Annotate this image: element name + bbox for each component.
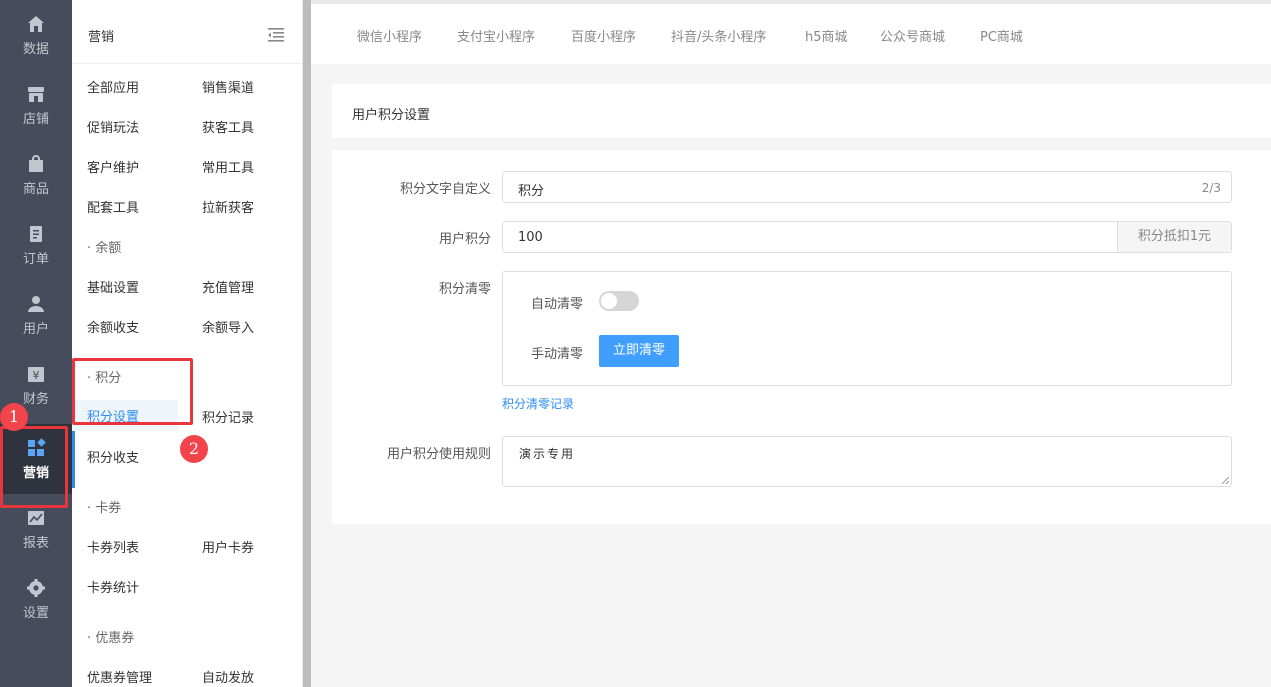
store-icon [28, 87, 44, 102]
tab-official-account[interactable]: 公众号商城 [880, 26, 945, 45]
rules-label: 用户积分使用规则 [386, 447, 491, 462]
submenu-title: 营销 [88, 30, 115, 45]
nav-label: 设置 [22, 606, 49, 621]
home-icon [28, 16, 44, 32]
rules-value: 演示专用 [519, 447, 576, 461]
submenu-item[interactable]: 拉新获客 [202, 197, 254, 216]
submenu-item[interactable]: 获客工具 [202, 117, 254, 136]
points-addon: 积分抵扣1元 [1117, 222, 1231, 252]
page-title: 用户积分设置 [352, 108, 431, 123]
svg-text:¥: ¥ [33, 369, 40, 382]
nav-label: 店铺 [22, 112, 49, 127]
submenu-group-discount: · 优惠券 [87, 631, 135, 646]
clear-settings-box: 自动清零 手动清零 立即清零 [502, 271, 1232, 386]
tab-baidu[interactable]: 百度小程序 [571, 26, 636, 45]
submenu-item[interactable]: 促销玩法 [87, 117, 139, 136]
user-points-input[interactable]: 100 积分抵扣1元 [502, 221, 1232, 253]
resize-handle-icon[interactable] [1221, 476, 1229, 484]
annotation-number-1: 1 [0, 403, 28, 431]
nav-label: 数据 [22, 42, 49, 57]
tab-h5[interactable]: h5商城 [805, 26, 848, 45]
submenu-item[interactable]: 卡券统计 [87, 577, 139, 596]
points-form: 积分文字自定义 积分 2/3 用户积分 100 积分抵扣1元 积分清零 自动清零… [332, 150, 1271, 524]
order-icon [30, 226, 42, 242]
nav-label: 报表 [22, 536, 49, 551]
nav-item-store[interactable]: 店铺 [0, 70, 72, 140]
submenu-item[interactable]: 卡券列表 [87, 537, 139, 556]
icon-nav: 数据 店铺 商品 订单 用户 ¥ 财务 营销 报表 设置 [0, 0, 72, 687]
submenu-item[interactable]: 基础设置 [87, 277, 139, 296]
submenu-item[interactable]: 配套工具 [87, 197, 139, 216]
annotation-number-2: 2 [180, 435, 208, 463]
yen-icon: ¥ [28, 367, 44, 382]
submenu-item[interactable]: 客户维护 [87, 157, 139, 176]
submenu: 营销 全部应用 销售渠道 促销玩法 获客工具 客户维护 常用工具 配套工具 拉新… [72, 0, 303, 687]
clear-now-button[interactable]: 立即清零 [599, 335, 679, 367]
clear-label: 积分清零 [438, 282, 491, 297]
nav-label: 用户 [22, 322, 49, 337]
tab-wechat[interactable]: 微信小程序 [357, 26, 422, 45]
chart-icon [28, 511, 44, 525]
annotation-box-1 [0, 426, 68, 508]
submenu-item[interactable]: 充值管理 [202, 277, 254, 296]
rules-textarea[interactable]: 演示专用 [502, 436, 1232, 487]
manual-clear-label: 手动清零 [531, 347, 584, 362]
tab-pc[interactable]: PC商城 [980, 26, 1023, 45]
submenu-item[interactable]: 余额收支 [87, 317, 139, 336]
submenu-item[interactable]: 积分收支 [87, 447, 139, 466]
auto-clear-toggle[interactable] [599, 291, 639, 311]
custom-text-label: 积分文字自定义 [399, 182, 491, 197]
custom-text-input[interactable]: 积分 2/3 [502, 171, 1232, 203]
user-points-label: 用户积分 [438, 232, 491, 247]
submenu-item[interactable]: 自动发放 [202, 667, 254, 686]
bag-icon [29, 155, 43, 172]
nav-item-settings[interactable]: 设置 [0, 564, 72, 634]
tab-douyin[interactable]: 抖音/头条小程序 [671, 26, 766, 45]
annotation-box-2 [72, 358, 193, 425]
submenu-group-balance: · 余额 [87, 241, 122, 256]
main-content: 微信小程序 支付宝小程序 百度小程序 抖音/头条小程序 h5商城 公众号商城 P… [311, 0, 1271, 687]
submenu-header: 营销 [72, 0, 302, 64]
auto-clear-label: 自动清零 [531, 297, 584, 312]
char-count: 2/3 [1201, 181, 1221, 195]
submenu-group-card: · 卡券 [87, 501, 122, 516]
nav-item-users[interactable]: 用户 [0, 280, 72, 350]
nav-item-orders[interactable]: 订单 [0, 210, 72, 280]
submenu-item[interactable]: 积分记录 [202, 407, 254, 426]
nav-label: 订单 [22, 252, 49, 267]
collapse-menu-icon[interactable] [268, 28, 284, 42]
tab-alipay[interactable]: 支付宝小程序 [457, 26, 535, 45]
channel-tabs: 微信小程序 支付宝小程序 百度小程序 抖音/头条小程序 h5商城 公众号商城 P… [311, 0, 1271, 64]
submenu-item[interactable]: 全部应用 [87, 77, 139, 96]
clear-record-link[interactable]: 积分清零记录 [502, 395, 574, 412]
submenu-item[interactable]: 常用工具 [202, 157, 254, 176]
submenu-item[interactable]: 余额导入 [202, 317, 254, 336]
nav-item-goods[interactable]: 商品 [0, 140, 72, 210]
custom-text-value: 积分 [518, 184, 545, 199]
toggle-knob [601, 293, 617, 309]
submenu-item[interactable]: 用户卡券 [202, 537, 254, 556]
nav-item-data[interactable]: 数据 [0, 0, 72, 70]
gear-icon [27, 579, 45, 597]
app-root: 数据 店铺 商品 订单 用户 ¥ 财务 营销 报表 设置 营销 全部应用 销售渠… [0, 0, 1271, 687]
submenu-item[interactable]: 销售渠道 [202, 77, 254, 96]
scrollbar[interactable] [303, 0, 311, 687]
page-title-card: 用户积分设置 [332, 84, 1271, 138]
nav-label: 商品 [22, 182, 49, 197]
user-icon [28, 296, 44, 312]
submenu-item[interactable]: 优惠券管理 [87, 667, 152, 686]
user-points-value: 100 [518, 230, 543, 245]
